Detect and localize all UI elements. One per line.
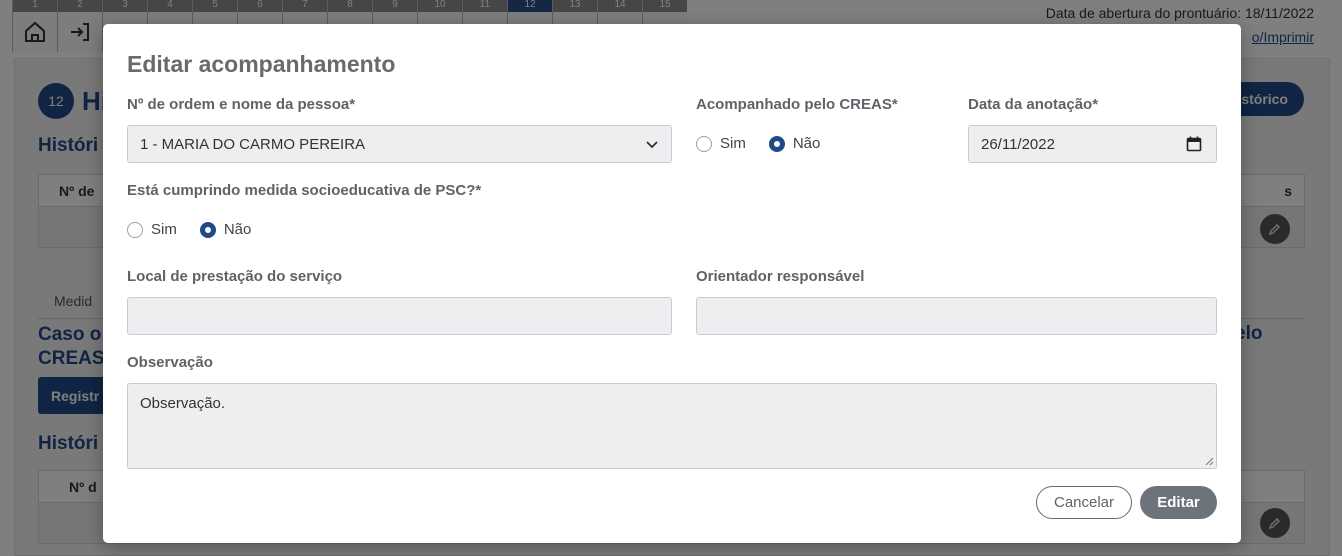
- date-label: Data da anotação*: [968, 96, 1099, 113]
- edit-button[interactable]: Editar: [1140, 486, 1217, 519]
- psc-nao-label[interactable]: Não: [224, 221, 252, 238]
- calendar-icon[interactable]: [1186, 136, 1202, 152]
- psc-radio-nao[interactable]: [199, 221, 216, 238]
- person-label: Nº de ordem e nome da pessoa*: [127, 96, 356, 113]
- psc-sim-label[interactable]: Sim: [151, 221, 177, 238]
- edit-followup-modal: Editar acompanhamento Nº de ordem e nome…: [103, 24, 1241, 543]
- date-input[interactable]: 26/11/2022: [968, 125, 1217, 163]
- orientador-input[interactable]: [696, 297, 1217, 335]
- cancel-button[interactable]: Cancelar: [1036, 486, 1132, 519]
- creas-radio-group: Sim Não: [696, 135, 843, 152]
- creas-radio-nao[interactable]: [768, 135, 785, 152]
- chevron-down-icon: [646, 141, 658, 149]
- local-input[interactable]: [127, 297, 672, 335]
- person-select-value: 1 - MARIA DO CARMO PEREIRA: [140, 135, 366, 153]
- creas-sim-label[interactable]: Sim: [720, 135, 746, 152]
- modal-title: Editar acompanhamento: [127, 51, 396, 77]
- obs-textarea[interactable]: Observação.: [127, 383, 1217, 469]
- local-label: Local de prestação do serviço: [127, 268, 343, 285]
- creas-nao-label[interactable]: Não: [793, 135, 821, 152]
- obs-label: Observação: [127, 354, 213, 371]
- psc-radio-group: Sim Não: [127, 221, 274, 238]
- obs-text: Observação.: [140, 395, 226, 412]
- resize-grip-icon[interactable]: [1204, 456, 1214, 466]
- psc-radio-sim[interactable]: [127, 221, 143, 238]
- creas-radio-sim[interactable]: [696, 135, 712, 152]
- date-value: 26/11/2022: [981, 135, 1055, 153]
- creas-label: Acompanhado pelo CREAS*: [696, 96, 898, 113]
- psc-label: Está cumprindo medida socioeducativa de …: [127, 182, 482, 199]
- person-select[interactable]: 1 - MARIA DO CARMO PEREIRA: [127, 125, 672, 163]
- orientador-label: Orientador responsável: [696, 268, 865, 285]
